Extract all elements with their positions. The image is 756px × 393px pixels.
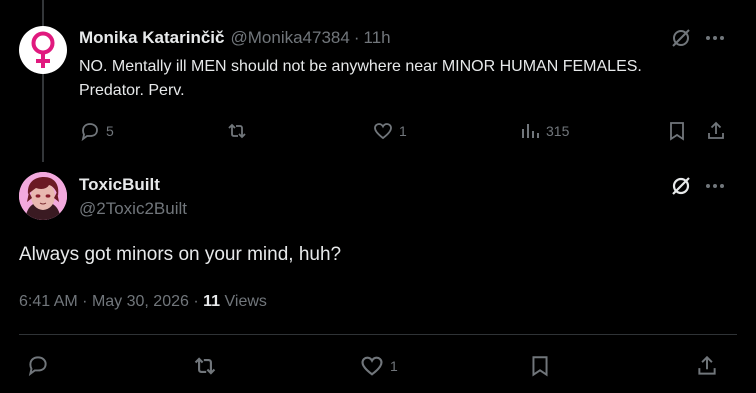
reply-icon [28, 356, 47, 377]
like-count: 1 [399, 123, 407, 139]
more-options-icon[interactable] [702, 173, 728, 199]
timestamp[interactable]: 11h [364, 28, 391, 48]
more-options-icon[interactable] [702, 25, 728, 51]
tweet-metadata: 6:41 AM · May 30, 2026 · 11 Views [19, 293, 267, 311]
female-symbol-icon [31, 31, 55, 68]
view-count: 315 [546, 123, 570, 139]
repost-button[interactable] [192, 353, 218, 379]
heart-icon [361, 356, 383, 376]
views-count: 11 [203, 293, 221, 310]
bookmark-button[interactable] [664, 118, 690, 144]
separator-dot: · [82, 293, 88, 310]
repost-icon [228, 123, 246, 139]
bookmark-icon [670, 122, 684, 141]
analytics-icon [522, 124, 539, 138]
like-button[interactable]: 1 [372, 120, 407, 142]
views-label: Views [224, 293, 267, 310]
share-icon [698, 355, 716, 375]
display-name[interactable]: Monika Katarinčič [79, 28, 225, 48]
reply-icon [81, 123, 98, 142]
user-handle[interactable]: @Monika47384 [231, 28, 350, 48]
reply-button[interactable]: 5 [79, 120, 114, 142]
tweet-text: Always got minors on your mind, huh? [19, 244, 342, 265]
like-count: 1 [390, 358, 398, 374]
repost-icon [194, 357, 216, 375]
tweet-date[interactable]: May 30, 2026 [92, 293, 189, 310]
tweet-thread: Monika Katarinčič @Monika47384 · 11h NO.… [0, 0, 756, 393]
separator-dot: · [353, 28, 360, 47]
divider [19, 334, 737, 335]
tweet-time[interactable]: 6:41 AM [19, 293, 78, 310]
user-handle[interactable]: @2Toxic2Built [79, 199, 187, 219]
like-button[interactable]: 1 [359, 353, 398, 379]
thread-connector-line [42, 0, 44, 162]
anime-avatar-image [19, 172, 67, 220]
share-button[interactable] [694, 353, 720, 379]
bookmark-icon [532, 356, 548, 377]
display-name[interactable]: ToxicBuilt [79, 175, 160, 195]
avatar[interactable] [19, 172, 67, 220]
heart-icon [374, 123, 392, 140]
repost-button[interactable] [226, 120, 248, 142]
share-icon [708, 121, 724, 139]
reply-button[interactable] [26, 353, 50, 377]
avatar[interactable] [19, 26, 67, 74]
share-button[interactable] [703, 118, 729, 144]
grok-icon[interactable] [668, 173, 694, 199]
grok-icon[interactable] [668, 25, 694, 51]
bookmark-button[interactable] [527, 353, 553, 379]
separator-dot: · [193, 293, 199, 310]
reply-count: 5 [106, 123, 114, 139]
tweet-text: NO. Mentally ill MEN should not be anywh… [79, 58, 642, 99]
tweet-header: Monika Katarinčič @Monika47384 · 11h [79, 28, 391, 48]
views-button[interactable]: 315 [519, 120, 569, 142]
